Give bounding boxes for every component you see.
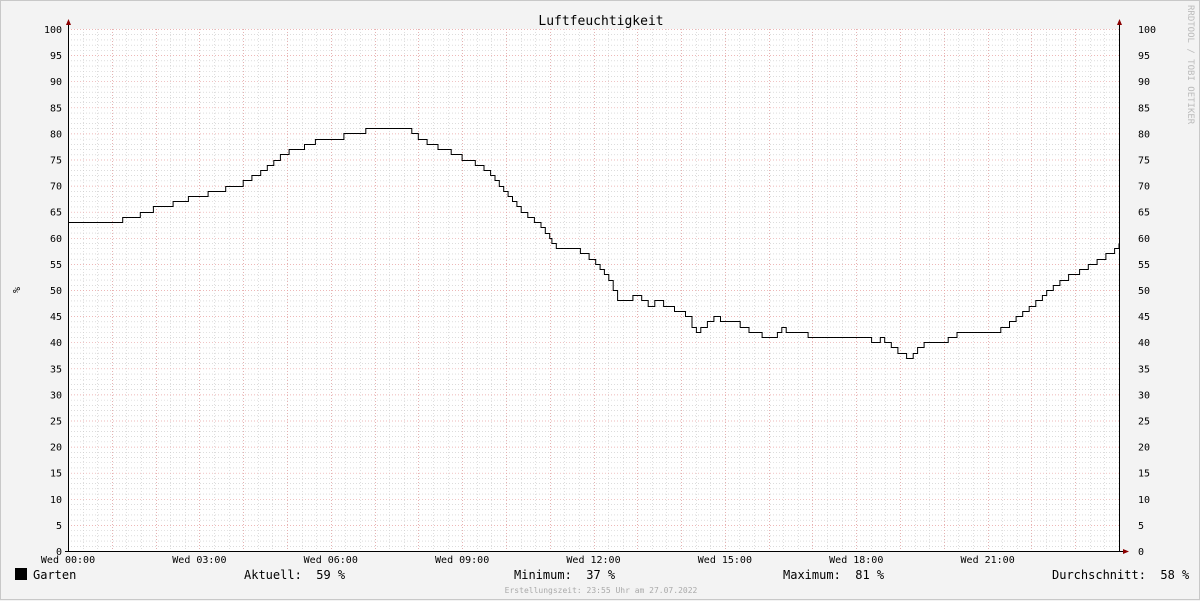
y-tick-label-left: 15 [50, 469, 62, 480]
y-tick-label-left: 65 [50, 208, 62, 219]
y-tick-label-left: 85 [50, 103, 62, 114]
y-tick-label-left: 100 [44, 25, 62, 36]
y-tick-label-left: 25 [50, 417, 62, 428]
y-tick-label-right: 35 [1138, 364, 1150, 375]
y-tick-label-left: 95 [50, 51, 62, 62]
footer-timestamp: Erstellungszeit: 23:55 Uhr am 27.07.2022 [504, 586, 698, 595]
legend-current: Aktuell: 59 % [244, 568, 345, 586]
min-label: Minimum: [514, 568, 572, 582]
watermark: RRDTOOL / TOBI OETIKER [1185, 5, 1195, 125]
y-tick-label-right: 25 [1138, 417, 1150, 428]
y-tick-label-left: 70 [50, 182, 62, 193]
y-tick-label-left: 90 [50, 77, 62, 88]
y-tick-label-right: 55 [1138, 260, 1150, 271]
y-tick-label-left: 60 [50, 234, 62, 245]
y-tick-label-right: 65 [1138, 208, 1150, 219]
y-tick-label-right: 20 [1138, 443, 1150, 454]
chart-canvas: 0 5 10 15 20 25 30 35 40 45 50 55 60 65 70 75 80 85 90 95 10… [10, 14, 1156, 566]
legend-swatch [15, 568, 27, 580]
x-tick-label: Wed 06:00 [304, 555, 358, 566]
legend-minimum: Minimum: 37 % [514, 568, 615, 586]
x-axis-arrow [1123, 549, 1129, 554]
y-axis-arrow-left [66, 19, 71, 25]
y-tick-label-right: 50 [1138, 286, 1150, 297]
legend-maximum: Maximum: 81 % [783, 568, 884, 586]
current-label: Aktuell: [244, 568, 302, 582]
y-tick-label-left: 20 [50, 443, 62, 454]
y-tick-label-right: 45 [1138, 312, 1150, 323]
legend-series: Garten [15, 568, 76, 586]
y-tick-label-left: 75 [50, 156, 62, 167]
current-value: 59 % [316, 568, 346, 582]
y-tick-label-right: 40 [1138, 338, 1150, 349]
y-tick-label-left: 50 [50, 286, 62, 297]
y-tick-label-left: 55 [50, 260, 62, 271]
y-tick-label-left: 40 [50, 338, 62, 349]
y-tick-labels-left: 0510152025303540455055606570758085909510… [44, 25, 62, 558]
x-tick-labels: Wed 00:00 Wed 03:00 Wed 06:00 Wed 09:00 Wed … [41, 555, 1015, 566]
avg-value: 58 % [1160, 568, 1190, 582]
x-tick-label: Wed 09:00 [435, 555, 489, 566]
plot-area [68, 29, 1119, 551]
y-tick-label-left: 30 [50, 390, 62, 401]
max-label: Maximum: [783, 568, 841, 582]
chart-frame: 0 5 10 15 20 25 30 35 40 45 50 55 60 65 70 75 80 85 90 95 10… [0, 0, 1200, 600]
y-tick-label-left: 80 [50, 129, 62, 140]
y-axis-label: % [10, 287, 21, 293]
x-tick-label: Wed 15:00 [698, 555, 752, 566]
y-tick-label-right: 30 [1138, 390, 1150, 401]
y-tick-label-right: 70 [1138, 182, 1150, 193]
y-tick-label-right: 5 [1138, 521, 1144, 532]
y-tick-label-left: 45 [50, 312, 62, 323]
min-value: 37 % [586, 568, 616, 582]
y-tick-label-left: 10 [50, 495, 62, 506]
y-tick-label-right: 90 [1138, 77, 1150, 88]
max-value: 81 % [855, 568, 885, 582]
y-tick-labels-right: 0 5 10 15 20 25 30 35 40 45 50 55 60 65 70 75 80 85 90 95 10… [1138, 25, 1156, 558]
y-tick-label-right: 60 [1138, 234, 1150, 245]
y-tick-label-right: 15 [1138, 469, 1150, 480]
y-tick-label-right: 75 [1138, 156, 1150, 167]
x-tick-label: Wed 12:00 [566, 555, 620, 566]
legend-series-name: Garten [33, 568, 77, 582]
x-tick-label: Wed 03:00 [172, 555, 226, 566]
avg-label: Durchschnitt: [1052, 568, 1146, 582]
y-tick-label-right: 85 [1138, 103, 1150, 114]
legend-average: Durchschnitt: 58 % [1052, 568, 1189, 586]
y-tick-label-right: 0 [1138, 547, 1144, 558]
y-tick-label-left: 35 [50, 364, 62, 375]
y-tick-label-right: 100 [1138, 25, 1156, 36]
y-tick-label-right: 95 [1138, 51, 1150, 62]
chart-title: Luftfeuchtigkeit [538, 14, 663, 29]
y-tick-label-right: 10 [1138, 495, 1150, 506]
y-tick-label-right: 80 [1138, 129, 1150, 140]
x-tick-label: Wed 18:00 [829, 555, 883, 566]
y-axis-arrow-right [1117, 19, 1122, 25]
y-tick-label-left: 5 [56, 521, 62, 532]
x-tick-label: Wed 21:00 [961, 555, 1015, 566]
x-tick-label: Wed 00:00 [41, 555, 95, 566]
